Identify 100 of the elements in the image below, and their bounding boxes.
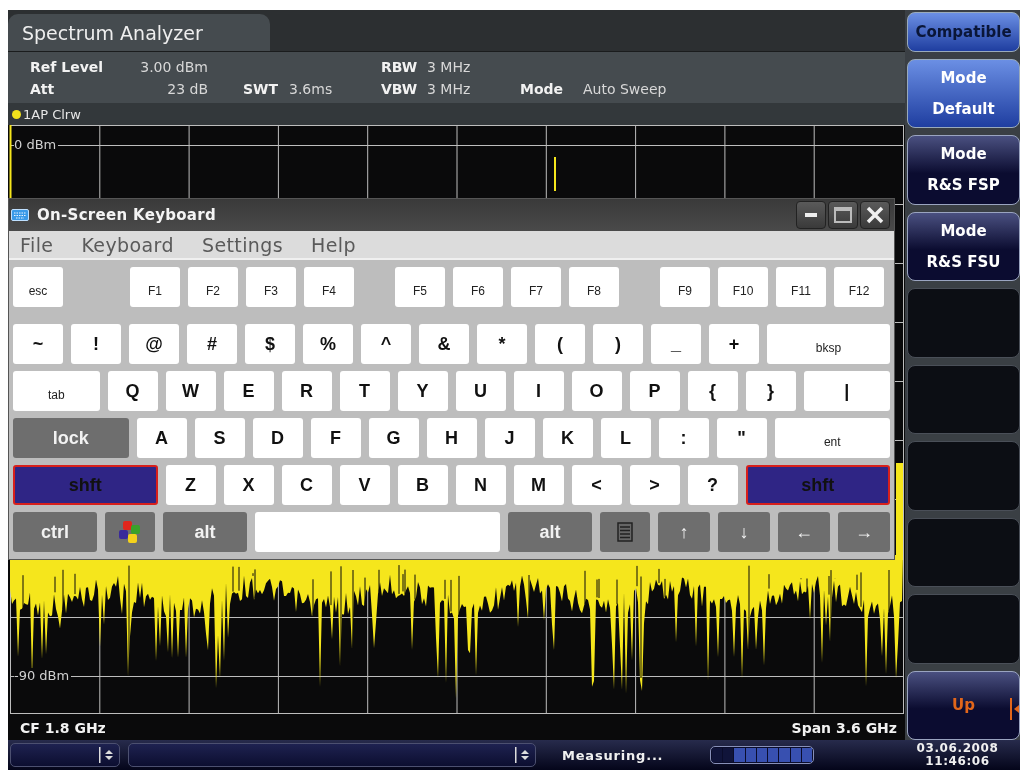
key[interactable]: S [194, 418, 245, 458]
menu-item[interactable]: Keyboard [81, 233, 174, 256]
key[interactable]: # [187, 324, 237, 364]
dropdown-field[interactable] [128, 743, 536, 767]
arrow-key[interactable]: ↓ [718, 512, 770, 552]
key[interactable]: & [419, 324, 469, 364]
key[interactable]: ? [687, 465, 738, 505]
menu-item[interactable]: Settings [201, 233, 284, 256]
keyboard-icon [11, 209, 29, 221]
key[interactable]: { [687, 371, 738, 411]
key[interactable]: " [716, 418, 767, 458]
key[interactable]: $ [245, 324, 295, 364]
key[interactable]: J [484, 418, 535, 458]
analyzer-tab[interactable]: Spectrum Analyzer [8, 14, 270, 51]
key[interactable]: F2 [188, 267, 238, 307]
key[interactable]: Q [107, 371, 158, 411]
key[interactable]: F3 [246, 267, 296, 307]
blank-softkey[interactable] [907, 517, 1020, 588]
modifier-key[interactable]: lock [13, 418, 129, 458]
menu-key[interactable] [600, 512, 650, 552]
key[interactable]: V [339, 465, 390, 505]
softkey[interactable]: Mode Default [907, 59, 1020, 129]
dropdown-field[interactable] [10, 743, 120, 767]
key[interactable]: U [455, 371, 506, 411]
softkey[interactable]: Mode R&S FSU [907, 211, 1020, 282]
logo-key[interactable] [105, 512, 155, 552]
modifier-key[interactable]: ctrl [13, 512, 97, 552]
arrow-key[interactable]: → [838, 512, 890, 552]
menu-item[interactable]: Help [311, 233, 356, 256]
minimize-button[interactable] [796, 201, 826, 229]
setting-value: 23 dB [167, 81, 208, 97]
key[interactable]: | [803, 371, 890, 411]
key[interactable]: F4 [304, 267, 354, 307]
maximize-button[interactable] [828, 201, 858, 229]
key[interactable]: * [477, 324, 527, 364]
key[interactable]: K [542, 418, 593, 458]
key[interactable]: } [745, 371, 796, 411]
key[interactable]: > [629, 465, 680, 505]
key[interactable]: ( [535, 324, 585, 364]
key[interactable]: X [223, 465, 274, 505]
key[interactable]: H [426, 418, 477, 458]
close-icon [866, 206, 884, 224]
key[interactable]: F [310, 418, 361, 458]
maximize-icon [834, 207, 852, 223]
key[interactable]: G [368, 418, 419, 458]
key[interactable]: ^ [361, 324, 411, 364]
arrow-key[interactable]: ↑ [658, 512, 710, 552]
blank-softkey[interactable] [907, 288, 1020, 358]
key[interactable]: bksp [767, 324, 890, 364]
key[interactable]: W [165, 371, 216, 411]
key[interactable]: L [600, 418, 651, 458]
key[interactable]: ) [593, 324, 643, 364]
key[interactable]: R [281, 371, 332, 411]
key[interactable]: O [571, 371, 622, 411]
blank-softkey[interactable] [907, 441, 1020, 511]
key[interactable]: ent [774, 418, 890, 458]
trace-label: 1AP Clrw [23, 106, 81, 122]
key[interactable]: I [513, 371, 564, 411]
key[interactable]: tab [13, 371, 100, 411]
key[interactable]: N [455, 465, 506, 505]
close-button[interactable] [860, 201, 890, 229]
key[interactable]: esc [13, 267, 63, 307]
softkey[interactable]: Up [907, 670, 1020, 740]
softkey[interactable]: Mode R&S FSP [907, 135, 1020, 205]
key[interactable]: ~ [13, 324, 63, 364]
key[interactable]: F5 [395, 267, 445, 307]
arrow-key[interactable]: ← [778, 512, 830, 552]
key[interactable]: M [513, 465, 564, 505]
modifier-key[interactable]: alt [163, 512, 247, 552]
key[interactable]: E [223, 371, 274, 411]
key[interactable]: % [303, 324, 353, 364]
key[interactable]: A [136, 418, 187, 458]
key[interactable]: F7 [511, 267, 561, 307]
key[interactable]: + [709, 324, 759, 364]
window-title: On-Screen Keyboard [37, 206, 217, 224]
key[interactable]: F10 [718, 267, 768, 307]
key[interactable]: _ [651, 324, 701, 364]
setting-value: 3 MHz [427, 81, 471, 97]
key[interactable]: F6 [453, 267, 503, 307]
key[interactable]: C [281, 465, 332, 505]
key[interactable]: F8 [569, 267, 619, 307]
key[interactable]: D [252, 418, 303, 458]
key[interactable]: F11 [776, 267, 826, 307]
key[interactable]: Y [397, 371, 448, 411]
blank-softkey[interactable] [907, 364, 1020, 435]
axis-label: 0 dBm [14, 137, 59, 152]
key[interactable]: < [571, 465, 622, 505]
modifier-key[interactable]: alt [508, 512, 592, 552]
key[interactable]: Z [165, 465, 216, 505]
key[interactable]: ! [71, 324, 121, 364]
key[interactable]: F12 [834, 267, 884, 307]
key[interactable]: P [629, 371, 680, 411]
key[interactable]: : [658, 418, 709, 458]
key[interactable]: F1 [130, 267, 180, 307]
key[interactable]: @ [129, 324, 179, 364]
blank-softkey[interactable] [907, 594, 1020, 664]
key[interactable]: T [339, 371, 390, 411]
key[interactable]: F9 [660, 267, 710, 307]
menu-item[interactable]: File [20, 233, 54, 256]
key[interactable]: B [397, 465, 448, 505]
